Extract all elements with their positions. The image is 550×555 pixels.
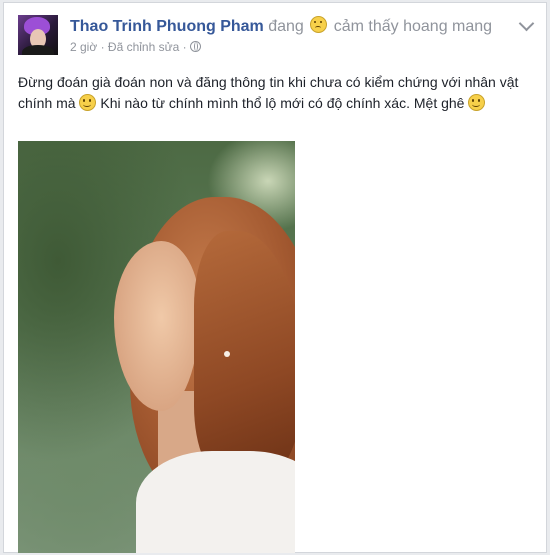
globe-icon[interactable] xyxy=(190,41,201,52)
smile-icon xyxy=(79,94,97,111)
post-meta: 2 giờ · Đã chỉnh sửa · xyxy=(70,40,201,54)
post-text-part2: Khi nào từ chính mình thổ lộ mới có độ c… xyxy=(100,95,465,111)
post-text: Đừng đoán già đoán non và đăng thông tin… xyxy=(18,72,538,114)
avatar[interactable] xyxy=(18,15,58,55)
meta-separator: · xyxy=(100,40,105,54)
meta-separator-2: · xyxy=(182,40,187,54)
edited-label[interactable]: Đã chỉnh sửa xyxy=(108,40,179,54)
feeling-text[interactable]: cảm thấy hoang mang xyxy=(334,18,492,35)
feeling-prefix: đang xyxy=(268,18,304,35)
smile-icon xyxy=(468,94,486,111)
author-name[interactable]: Thao Trinh Phuong Pham xyxy=(70,18,264,35)
post-photo[interactable] xyxy=(18,141,295,553)
post-header: Thao Trinh Phuong Pham đang cảm thấy hoa… xyxy=(70,16,516,36)
frowning-face-icon xyxy=(310,16,328,33)
post-card: Thao Trinh Phuong Pham đang cảm thấy hoa… xyxy=(3,2,547,553)
chevron-down-icon[interactable] xyxy=(518,15,535,32)
post-time[interactable]: 2 giờ xyxy=(70,40,97,54)
